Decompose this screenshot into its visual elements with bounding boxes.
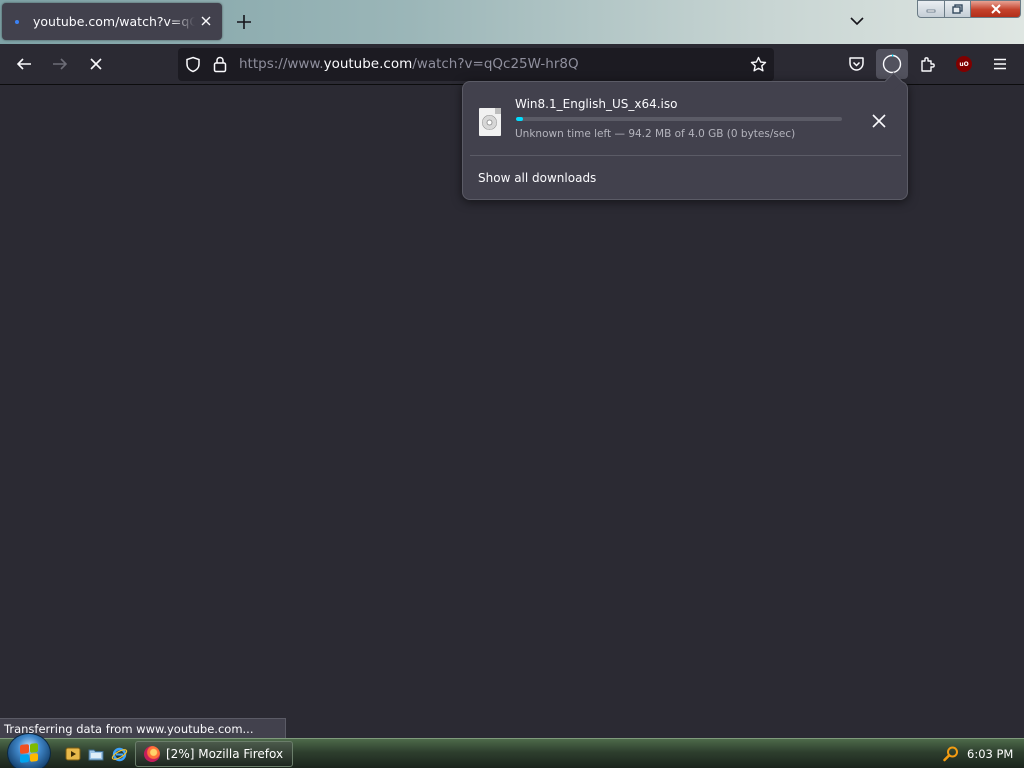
media-player-icon — [65, 747, 81, 761]
download-progress-fill — [516, 117, 524, 121]
bookmark-star-icon[interactable] — [750, 56, 767, 73]
restore-button[interactable] — [945, 0, 971, 18]
download-filename[interactable]: Win8.1_English_US_x64.iso — [515, 97, 677, 111]
ublock-origin-icon: uO — [956, 56, 972, 72]
arrow-right-icon — [53, 58, 68, 70]
cancel-download-button[interactable] — [869, 111, 889, 131]
address-bar[interactable]: https://www.youtube.com/watch?v=qQc25W-h… — [178, 48, 774, 81]
stop-button[interactable] — [86, 54, 106, 74]
url-host: youtube.com — [323, 56, 413, 72]
puzzle-piece-icon — [921, 57, 935, 72]
window-controls — [917, 0, 1021, 18]
close-tab-icon[interactable] — [198, 13, 214, 29]
disc-icon — [482, 115, 497, 130]
hamburger-menu-icon — [994, 58, 1006, 70]
download-progress-icon — [882, 54, 902, 74]
tab-title: youtube.com/watch?v=qQc25W-hr8Q — [33, 14, 195, 29]
taskbar-window-title: [2%] Mozilla Firefox — [166, 747, 284, 761]
taskbar: [2%] Mozilla Firefox 6:03 PM — [0, 733, 1024, 768]
chevron-down-icon[interactable] — [848, 12, 866, 30]
ublock-origin-button[interactable]: uO — [948, 49, 980, 79]
new-tab-icon[interactable] — [234, 12, 254, 32]
tab-youtube[interactable]: youtube.com/watch?v=qQc25W-hr8Q — [2, 3, 222, 40]
system-clock[interactable]: 6:03 PM — [967, 747, 1013, 761]
back-button[interactable] — [14, 54, 34, 74]
navigation-toolbar: https://www.youtube.com/watch?v=qQc25W-h… — [0, 44, 1024, 85]
quicklaunch-media-player[interactable] — [64, 745, 82, 763]
download-status-text: Unknown time left — 94.2 MB of 4.0 GB (0… — [515, 128, 796, 140]
pocket-icon — [848, 57, 864, 71]
close-window-button[interactable] — [971, 0, 1021, 18]
iso-file-icon — [479, 108, 501, 136]
close-icon — [990, 4, 1001, 14]
quicklaunch-explorer[interactable] — [87, 745, 105, 763]
status-text: Transferring data from www.youtube.com..… — [4, 722, 254, 736]
url-field[interactable]: https://www.youtube.com/watch?v=qQc25W-h… — [239, 56, 579, 72]
firefox-icon — [144, 746, 160, 762]
minimize-icon — [926, 9, 936, 13]
windows-logo-icon — [20, 743, 38, 763]
folder-icon — [88, 749, 104, 761]
tracking-protection-shield-icon[interactable] — [185, 56, 201, 73]
quicklaunch-internet-explorer[interactable] — [110, 745, 128, 763]
url-path: /watch?v=qQc25W-hr8Q — [412, 56, 579, 72]
tab-favicon-icon — [15, 19, 19, 24]
show-all-downloads-button[interactable]: Show all downloads — [478, 171, 596, 185]
tab-strip: youtube.com/watch?v=qQc25W-hr8Q — [0, 0, 1024, 44]
app-menu-button[interactable] — [984, 49, 1016, 79]
url-prefix: https://www. — [239, 56, 324, 72]
stop-icon — [90, 58, 102, 70]
arrow-left-icon — [16, 58, 31, 70]
search-icon[interactable] — [942, 745, 960, 763]
extensions-button[interactable] — [912, 49, 944, 79]
minimize-button[interactable] — [917, 0, 945, 18]
start-button[interactable] — [7, 733, 51, 768]
downloads-panel: Win8.1_English_US_x64.iso Unknown time l… — [462, 81, 908, 200]
close-icon — [872, 114, 886, 128]
taskbar-button-firefox[interactable]: [2%] Mozilla Firefox — [135, 741, 293, 767]
internet-explorer-icon — [111, 747, 127, 761]
forward-button[interactable] — [50, 54, 70, 74]
pocket-button[interactable] — [840, 49, 872, 79]
status-panel: Transferring data from www.youtube.com..… — [0, 718, 286, 738]
lock-icon[interactable] — [213, 56, 227, 73]
separator — [470, 155, 901, 156]
restore-icon — [951, 4, 963, 14]
download-progress-bar — [516, 117, 842, 121]
